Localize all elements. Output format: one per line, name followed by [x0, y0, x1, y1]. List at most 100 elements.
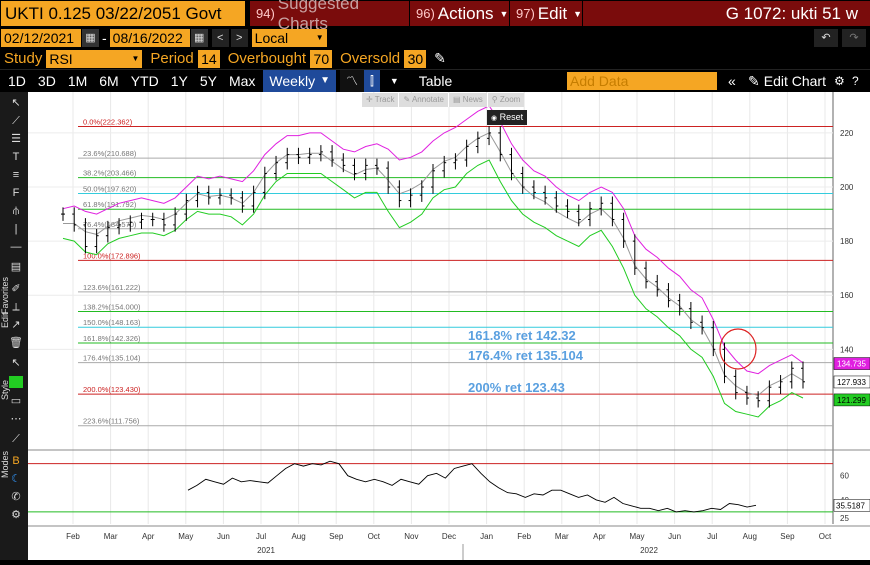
currency-select[interactable]: Local CCY ▼	[251, 28, 327, 64]
frequency-caret-icon: ▼	[320, 75, 330, 86]
text-tool-icon[interactable]: T	[9, 150, 23, 164]
month-tick-label: Jun	[217, 532, 230, 541]
range-tab-5y[interactable]: 5Y	[194, 70, 223, 92]
currency-value: Local CCY	[254, 29, 289, 64]
collapse-icon[interactable]: «	[728, 73, 736, 89]
actions-label: Actions	[437, 3, 494, 23]
start-date-field[interactable]: 02/12/2021	[1, 28, 81, 47]
range-tab-3d[interactable]: 3D	[32, 70, 62, 92]
settings-icon[interactable]: ⚙	[834, 74, 845, 88]
fib-channel-icon[interactable]: ≡	[9, 168, 23, 182]
retracement-annotation: 161.8% ret 142.32	[468, 328, 576, 343]
gear-mode-icon[interactable]: ⚙	[9, 508, 23, 522]
period-label: Period	[150, 50, 194, 67]
news-button[interactable]: ▤ News	[449, 93, 488, 107]
range-tab-max[interactable]: Max	[223, 70, 261, 92]
cursor-select-icon[interactable]: ↖	[9, 356, 23, 370]
line-chart-icon[interactable]: 〽	[339, 70, 364, 92]
help-icon[interactable]: ?	[852, 74, 859, 88]
month-tick-label: May	[629, 532, 644, 541]
month-tick-label: Feb	[66, 532, 80, 541]
mini-toolbar: ✛ Track ✎ Annotate ▤ News ⚲ Zoom	[362, 93, 525, 107]
vertical-line-icon[interactable]: |	[9, 222, 23, 236]
ruler-icon[interactable]: ▤	[9, 260, 23, 274]
fib-level-label: 150.0%(148.163)	[83, 318, 141, 327]
security-field[interactable]: UKTI 0.125 03/22/2051 Govt	[1, 1, 245, 26]
month-tick-label: Mar	[104, 532, 118, 541]
year-label: 2022	[640, 546, 658, 555]
range-tab-1d[interactable]: 1D	[2, 70, 32, 92]
table-button[interactable]: Table	[413, 70, 458, 92]
range-tab-ytd[interactable]: YTD	[125, 70, 165, 92]
brush-icon[interactable]: ✐	[9, 282, 23, 296]
pitchfork-icon[interactable]: ⫛	[9, 204, 23, 218]
overbought-field[interactable]: 70	[310, 49, 333, 68]
horizontal-line-icon[interactable]: —	[9, 240, 23, 254]
study-select[interactable]: RSI ▼	[46, 49, 143, 68]
retracement-annotation: 200% ret 123.43	[468, 380, 565, 395]
arrow-tool-icon[interactable]: ↗	[9, 318, 23, 332]
chart-area[interactable]: Feb Mar Apr May Jun Jul Aug Sep Oct Nov Dec Jan Feb M…	[28, 92, 870, 560]
actions-caret-icon: ▼	[499, 8, 509, 19]
redo-icon[interactable]: ↷	[842, 28, 866, 47]
month-tick-label: Nov	[404, 532, 418, 541]
fib-level-label: 123.6%(161.222)	[83, 283, 141, 292]
range-toolbar: 1D 3D 1M 6M YTD 1Y 5Y Max Weekly ▼ 〽 ⫿ ▼ Table …	[0, 69, 870, 92]
color-swatch-icon[interactable]	[9, 376, 23, 388]
study-value: RSI	[49, 50, 73, 67]
fib-tool-icon[interactable]: ☰	[9, 132, 23, 146]
pen-mode-icon[interactable]: ⟋	[9, 432, 23, 446]
rsi-last-label: 35.5187	[836, 501, 865, 510]
annotate-button[interactable]: ✎ Annotate	[399, 93, 449, 107]
price-label-text: 121.299	[837, 396, 866, 405]
range-tab-1y[interactable]: 1Y	[165, 70, 194, 92]
reset-button[interactable]: ◉ Reset	[487, 110, 528, 125]
undo-icon[interactable]: ↶	[814, 28, 838, 47]
next-arrow-icon[interactable]: >	[230, 28, 248, 47]
pointer-icon[interactable]: ↖	[9, 96, 23, 110]
overbought-label: Overbought	[227, 50, 307, 67]
add-data-input[interactable]: Add Data	[567, 72, 717, 90]
chart-type-caret-icon[interactable]: ▼	[384, 70, 405, 92]
fib-level-icon[interactable]: F	[9, 186, 23, 200]
window-title: G 1072: ukti 51 w	[725, 3, 858, 23]
track-button[interactable]: ✛ Track	[362, 93, 400, 107]
bloomberg-icon[interactable]: B	[9, 454, 23, 468]
start-calendar-icon[interactable]: ▦	[82, 28, 99, 47]
fib-level-label: 138.2%(154.000)	[83, 302, 141, 311]
oversold-field[interactable]: 30	[404, 49, 427, 68]
trash-icon[interactable]: 🗑	[9, 336, 23, 350]
y-tick-label: 220	[840, 129, 854, 138]
range-tab-1m[interactable]: 1M	[62, 70, 93, 92]
frequency-select[interactable]: Weekly ▼	[263, 70, 336, 92]
line-weight-icon[interactable]: ▭	[9, 394, 23, 408]
line-tool-icon[interactable]: ⟋	[9, 114, 23, 128]
crescent-icon[interactable]: ☾	[9, 472, 23, 486]
month-tick-label: Aug	[291, 532, 305, 541]
rsi-line	[187, 460, 757, 513]
chart-svg[interactable]: Feb Mar Apr May Jun Jul Aug Sep Oct Nov Dec Jan Feb M…	[28, 92, 870, 560]
month-tick-label: Oct	[819, 532, 832, 541]
favorites-label: Favorites	[0, 276, 10, 314]
range-tab-6m[interactable]: 6M	[93, 70, 124, 92]
actions-button[interactable]: 96) Actions ▼	[409, 1, 509, 26]
suggested-charts-button[interactable]: 94) Suggested Charts	[249, 0, 409, 33]
pencil-icon[interactable]: ✎	[434, 50, 446, 67]
phone-icon[interactable]: ✆	[9, 490, 23, 504]
fib-level-label: 223.6%(111.756)	[83, 417, 140, 426]
year-label: 2021	[257, 546, 275, 555]
fib-level-label: 100.0%(172.896)	[83, 251, 141, 260]
prev-arrow-icon[interactable]: <	[211, 28, 229, 47]
end-calendar-icon[interactable]: ▦	[190, 28, 208, 47]
end-date-field[interactable]: 08/16/2022	[109, 28, 190, 47]
line-style-icon[interactable]: ⋯	[9, 412, 23, 426]
edit-chart-pencil-icon: ✎	[748, 72, 760, 89]
edit-chart-button[interactable]: ✎ Edit Chart	[748, 73, 826, 90]
bar-chart-icon[interactable]: ⫿	[364, 70, 380, 92]
measure-icon[interactable]: ⟂	[9, 300, 23, 314]
fib-level-label: 23.6%(210.688)	[83, 149, 137, 158]
month-tick-label: Sep	[780, 532, 795, 541]
edit-button[interactable]: 97) Edit ▼	[509, 1, 582, 26]
period-field[interactable]: 14	[197, 49, 220, 68]
zoom-button[interactable]: ⚲ Zoom	[487, 93, 525, 107]
